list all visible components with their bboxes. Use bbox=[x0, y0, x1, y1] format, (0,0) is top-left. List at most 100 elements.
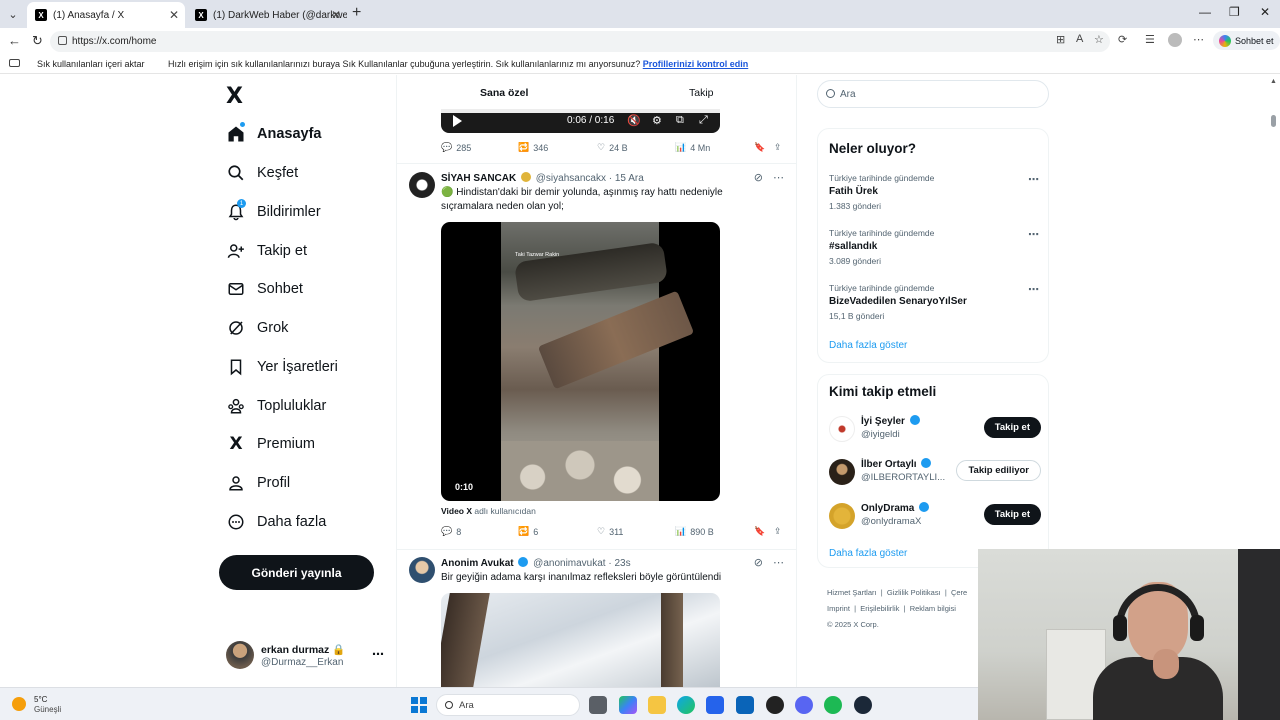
x-logo-icon[interactable]: X bbox=[226, 84, 243, 109]
store-icon[interactable] bbox=[706, 696, 724, 714]
read-aloud-icon[interactable]: A bbox=[1076, 33, 1083, 45]
reader-view-icon[interactable]: ⊞ bbox=[1056, 33, 1065, 46]
task-view-icon[interactable] bbox=[589, 696, 607, 714]
tweet-date[interactable]: · 15 Ara bbox=[609, 173, 644, 184]
follow-suggestion[interactable]: İlber Ortaylı @ILBERORTAYLI... Takip edi… bbox=[829, 457, 1041, 491]
follow-button[interactable]: Takip et bbox=[983, 504, 1041, 525]
footer-link-privacy[interactable]: Gizlilik Politikası bbox=[887, 588, 941, 597]
more-dots-icon[interactable]: ⋯ bbox=[1028, 283, 1039, 296]
account-switcher[interactable]: erkan durmaz 🔒 @Durmaz__Erkan ⋯ bbox=[226, 641, 386, 671]
check-profiles-link[interactable]: Profillerinizi kontrol edin bbox=[643, 59, 749, 69]
tab-following[interactable]: Takip bbox=[689, 87, 714, 99]
tweet-video[interactable]: Taki Tazwar Rakin 0:10 bbox=[441, 222, 720, 501]
copilot-app-icon[interactable] bbox=[619, 696, 637, 714]
spotify-icon[interactable] bbox=[824, 696, 842, 714]
settings-gear-icon[interactable]: ⚙ bbox=[652, 114, 662, 127]
more-dots-icon[interactable]: ⋯ bbox=[372, 647, 384, 661]
follow-suggestion[interactable]: OnlyDrama @onlydramaX Takip et bbox=[829, 501, 1041, 535]
like-button[interactable]: ♡ 24 B bbox=[597, 142, 628, 153]
follow-suggestion[interactable]: İyi Şeyler @iyigeldi Takip et bbox=[829, 414, 1041, 448]
repost-button[interactable]: 🔁 6 bbox=[518, 526, 538, 537]
new-tab-plus-icon[interactable]: + bbox=[352, 4, 361, 22]
nav-item-premium[interactable]: X Premium bbox=[226, 431, 315, 457]
more-dots-icon[interactable]: ⋯ bbox=[773, 556, 784, 569]
footer-link-accessibility[interactable]: Erişilebilirlik bbox=[860, 604, 899, 613]
browser-profile-avatar[interactable] bbox=[1168, 33, 1182, 47]
search-input[interactable]: Ara bbox=[817, 80, 1049, 108]
tweet-author-handle[interactable]: @anonimavukat bbox=[533, 558, 605, 569]
video-credit-source[interactable]: Video X bbox=[441, 506, 472, 516]
tweet-date[interactable]: · 23s bbox=[608, 558, 630, 569]
github-icon[interactable] bbox=[766, 696, 784, 714]
nav-item-explore[interactable]: Keşfet bbox=[226, 160, 298, 186]
footer-link-ads[interactable]: Reklam bilgisi bbox=[910, 604, 956, 613]
nav-item-chat[interactable]: Sohbet bbox=[226, 276, 303, 302]
following-button[interactable]: Takip ediliyor bbox=[956, 460, 1041, 481]
bookmark-icon[interactable]: 🔖 bbox=[754, 142, 765, 153]
browser-tab-darkweb[interactable]: X (1) DarkWeb Haber (@darkwebhab ✕ bbox=[187, 2, 347, 28]
weather-widget[interactable]: 5°C Güneşli bbox=[12, 694, 92, 716]
trend-item[interactable]: Türkiye tarihinde gündemde BizeVadedilen… bbox=[829, 283, 1039, 321]
more-dots-icon[interactable]: ⋯ bbox=[1028, 173, 1039, 186]
fullscreen-icon[interactable]: ⤢ bbox=[699, 114, 708, 127]
tab-close-icon[interactable]: ✕ bbox=[169, 8, 179, 22]
outlook-icon[interactable] bbox=[736, 696, 754, 714]
browser-tab-home[interactable]: X (1) Anasayfa / X ✕ bbox=[27, 2, 185, 28]
windows-start-icon[interactable] bbox=[411, 697, 427, 713]
browser-menu-dots-icon[interactable]: ⋯ bbox=[1193, 33, 1204, 46]
nav-item-profile[interactable]: Profil bbox=[226, 470, 290, 496]
more-dots-icon[interactable]: ⋯ bbox=[773, 171, 784, 184]
footer-link-cookies[interactable]: Çere bbox=[951, 588, 967, 597]
favorites-icon[interactable]: ☰ bbox=[1145, 33, 1155, 46]
copilot-button[interactable]: Sohbet et bbox=[1213, 31, 1280, 50]
share-icon[interactable]: ⇪ bbox=[774, 526, 782, 537]
nav-item-follow[interactable]: Takip et bbox=[226, 238, 307, 264]
scrollbar-thumb[interactable] bbox=[1271, 115, 1276, 127]
like-button[interactable]: ♡ 311 bbox=[597, 526, 623, 537]
show-more-trends-link[interactable]: Daha fazla göster bbox=[829, 340, 907, 351]
restore-icon[interactable]: ❐ bbox=[1229, 5, 1240, 19]
trend-item[interactable]: Türkiye tarihinde gündemde Fatih Ürek 1.… bbox=[829, 173, 1039, 211]
url-field[interactable]: https://x.com/home bbox=[50, 31, 1110, 52]
file-explorer-icon[interactable] bbox=[648, 696, 666, 714]
steam-icon[interactable] bbox=[854, 696, 872, 714]
more-dots-icon[interactable]: ⋯ bbox=[1028, 228, 1039, 241]
nav-item-home[interactable]: Anasayfa bbox=[226, 121, 321, 147]
post-button[interactable]: Gönderi yayınla bbox=[219, 555, 374, 590]
play-icon[interactable] bbox=[453, 115, 462, 127]
nav-item-bookmarks[interactable]: Yer İşaretleri bbox=[226, 354, 338, 380]
favorite-star-icon[interactable]: ☆ bbox=[1094, 33, 1104, 46]
trend-item[interactable]: Türkiye tarihinde gündemde #sallandık 3.… bbox=[829, 228, 1039, 266]
minimize-icon[interactable]: — bbox=[1199, 5, 1211, 19]
mute-icon[interactable]: 🔇 bbox=[627, 114, 641, 127]
reply-button[interactable]: 💬 8 bbox=[441, 526, 461, 537]
window-close-icon[interactable]: ✕ bbox=[1260, 5, 1270, 19]
nav-item-communities[interactable]: Topluluklar bbox=[226, 393, 326, 419]
extensions-icon[interactable]: ⟳ bbox=[1118, 33, 1127, 46]
discord-icon[interactable] bbox=[795, 696, 813, 714]
share-icon[interactable]: ⇪ bbox=[774, 142, 782, 153]
refresh-icon[interactable]: ↻ bbox=[32, 33, 43, 49]
tweet-author-handle[interactable]: @siyahsancakx bbox=[536, 173, 606, 184]
tab-for-you[interactable]: Sana özel bbox=[480, 87, 528, 99]
tweet-video[interactable] bbox=[441, 593, 720, 687]
pip-icon[interactable]: ⧉ bbox=[676, 114, 684, 127]
avatar[interactable] bbox=[409, 172, 435, 198]
reply-button[interactable]: 💬 285 bbox=[441, 142, 471, 153]
import-favorites-link[interactable]: Sık kullanılanları içeri aktar bbox=[37, 59, 145, 69]
grok-icon[interactable]: ⊘ bbox=[754, 171, 763, 184]
edge-browser-icon[interactable] bbox=[677, 696, 695, 714]
scroll-up-icon[interactable]: ▲ bbox=[1270, 78, 1277, 85]
follow-button[interactable]: Takip et bbox=[983, 417, 1041, 438]
bookmark-icon[interactable]: 🔖 bbox=[754, 526, 765, 537]
views-button[interactable]: 📊 4 Mn bbox=[675, 142, 710, 153]
footer-link-terms[interactable]: Hizmet Şartları bbox=[827, 588, 877, 597]
back-arrow-icon[interactable]: ← bbox=[8, 33, 21, 48]
show-more-suggestions-link[interactable]: Daha fazla göster bbox=[829, 548, 907, 559]
nav-item-more[interactable]: Daha fazla bbox=[226, 509, 326, 535]
footer-link-imprint[interactable]: Imprint bbox=[827, 604, 850, 613]
avatar[interactable] bbox=[409, 557, 435, 583]
site-info-icon[interactable] bbox=[58, 36, 67, 45]
tweet-author-name[interactable]: SİYAH SANCAK bbox=[441, 173, 516, 184]
taskbar-search[interactable]: Ara bbox=[436, 694, 580, 716]
